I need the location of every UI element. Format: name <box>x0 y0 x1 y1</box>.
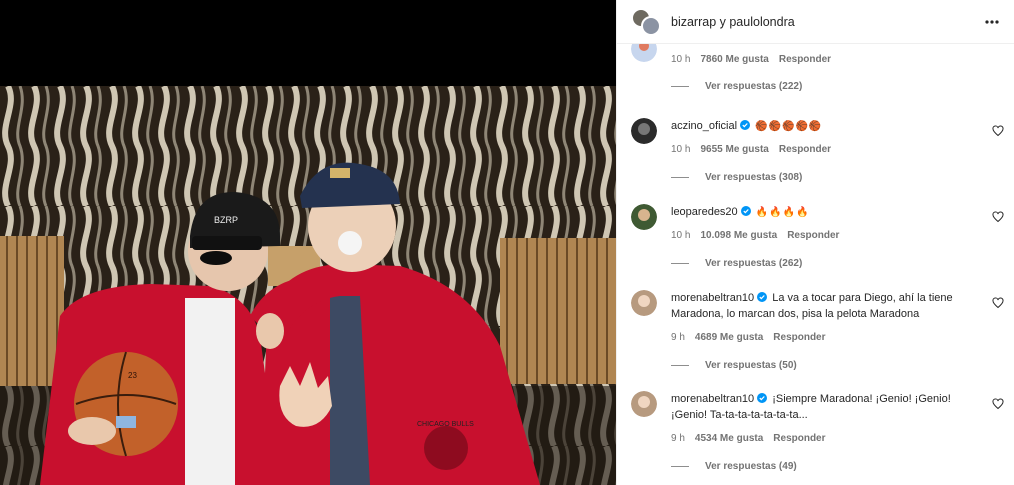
view-replies-label[interactable]: Ver respuestas (49) <box>705 461 797 472</box>
reply-button[interactable]: Responder <box>773 433 825 444</box>
post-photo[interactable]: BZRP 23 CHICAGO BULLS <box>0 86 616 485</box>
comments-panel: bizarrap y paulolondra 10 h 7860 Me gust… <box>616 0 1014 485</box>
avatar[interactable] <box>631 44 657 62</box>
comment-item: aczino_oficial 🏀🏀🏀🏀🏀 10 h 9655 Me gusta … <box>631 118 1004 188</box>
comment-body: morenabeltran10 La va a tocar para Diego… <box>671 290 978 322</box>
replies-divider <box>671 466 689 467</box>
cap-text: BZRP <box>214 215 238 225</box>
comment-body: leoparedes20 🔥🔥🔥🔥 <box>671 204 978 221</box>
reply-button[interactable]: Responder <box>779 54 831 65</box>
comment-likes[interactable]: 10.098 Me gusta <box>700 230 777 241</box>
post-header: bizarrap y paulolondra <box>617 0 1014 44</box>
comment-time: 10 h <box>671 144 691 155</box>
comment-meta: 10 h 9655 Me gusta Responder <box>671 144 831 155</box>
comment-item: morenabeltran10 ¡Siempre Maradona! ¡Geni… <box>631 391 1004 475</box>
ball-number: 23 <box>128 371 137 380</box>
replies-divider <box>671 177 689 178</box>
comment-likes[interactable]: 9655 Me gusta <box>700 144 768 155</box>
verified-badge-icon <box>740 119 751 130</box>
post-media[interactable]: BZRP 23 CHICAGO BULLS <box>0 0 616 485</box>
avatar[interactable] <box>631 118 657 144</box>
avatar[interactable] <box>631 290 657 316</box>
comment-username[interactable]: morenabeltran10 <box>671 393 754 405</box>
comment-meta: 9 h 4689 Me gusta Responder <box>671 332 826 343</box>
avatar[interactable] <box>641 15 661 36</box>
comment-username[interactable]: aczino_oficial <box>671 120 737 132</box>
comment-body: aczino_oficial 🏀🏀🏀🏀🏀 <box>671 118 978 135</box>
view-replies-button[interactable]: Ver respuestas (49) <box>671 461 797 472</box>
jacket-logo: CHICAGO BULLS <box>417 421 474 428</box>
comment-meta: 9 h 4534 Me gusta Responder <box>671 433 826 444</box>
comment-likes[interactable]: 4534 Me gusta <box>695 433 763 444</box>
comment-text: 🔥🔥🔥🔥 <box>755 207 810 218</box>
post-authors[interactable]: bizarrap y paulolondra <box>671 15 982 29</box>
comment-text: 🏀🏀🏀🏀🏀 <box>755 121 823 132</box>
view-replies-button[interactable]: Ver respuestas (50) <box>671 360 797 371</box>
author-avatars[interactable] <box>631 7 661 36</box>
replies-divider <box>671 365 689 366</box>
replies-divider <box>671 86 689 87</box>
comment-likes[interactable]: 4689 Me gusta <box>695 332 763 343</box>
view-replies-label[interactable]: Ver respuestas (222) <box>705 81 802 92</box>
view-replies-label[interactable]: Ver respuestas (262) <box>705 258 802 269</box>
comment-meta: 10 h 10.098 Me gusta Responder <box>671 230 839 241</box>
comment-time: 9 h <box>671 433 685 444</box>
view-replies-label[interactable]: Ver respuestas (50) <box>705 360 797 371</box>
comment-body: morenabeltran10 ¡Siempre Maradona! ¡Geni… <box>671 391 978 423</box>
view-replies-button[interactable]: Ver respuestas (262) <box>671 258 802 269</box>
reply-button[interactable]: Responder <box>779 144 831 155</box>
like-heart-icon[interactable] <box>992 397 1004 410</box>
verified-badge-icon <box>757 392 768 403</box>
comment-likes[interactable]: 7860 Me gusta <box>700 54 768 65</box>
avatar[interactable] <box>631 204 657 230</box>
like-heart-icon[interactable] <box>992 210 1004 223</box>
reply-button[interactable]: Responder <box>787 230 839 241</box>
view-replies-button[interactable]: Ver respuestas (222) <box>671 81 802 92</box>
comment-meta: 10 h 7860 Me gusta Responder <box>671 54 831 65</box>
comment-item: 10 h 7860 Me gusta Responder Ver respues… <box>631 44 1004 106</box>
verified-badge-icon <box>757 291 768 302</box>
photo-illustration: BZRP 23 CHICAGO BULLS <box>0 86 616 485</box>
comment-time: 10 h <box>671 54 691 65</box>
more-horizontal-icon[interactable] <box>982 12 1002 32</box>
comment-item: morenabeltran10 La va a tocar para Diego… <box>631 290 1004 374</box>
comment-time: 9 h <box>671 332 685 343</box>
view-replies-label[interactable]: Ver respuestas (308) <box>705 172 802 183</box>
like-heart-icon[interactable] <box>992 124 1004 137</box>
replies-divider <box>671 263 689 264</box>
comment-item: leoparedes20 🔥🔥🔥🔥 10 h 10.098 Me gusta R… <box>631 204 1004 274</box>
like-heart-icon[interactable] <box>992 296 1004 309</box>
comment-username[interactable]: morenabeltran10 <box>671 292 754 304</box>
verified-badge-icon <box>740 205 751 216</box>
comment-username[interactable]: leoparedes20 <box>671 206 738 218</box>
comment-time: 10 h <box>671 230 691 241</box>
comments-list[interactable]: 10 h 7860 Me gusta Responder Ver respues… <box>617 44 1014 485</box>
reply-button[interactable]: Responder <box>773 332 825 343</box>
avatar[interactable] <box>631 391 657 417</box>
view-replies-button[interactable]: Ver respuestas (308) <box>671 172 802 183</box>
